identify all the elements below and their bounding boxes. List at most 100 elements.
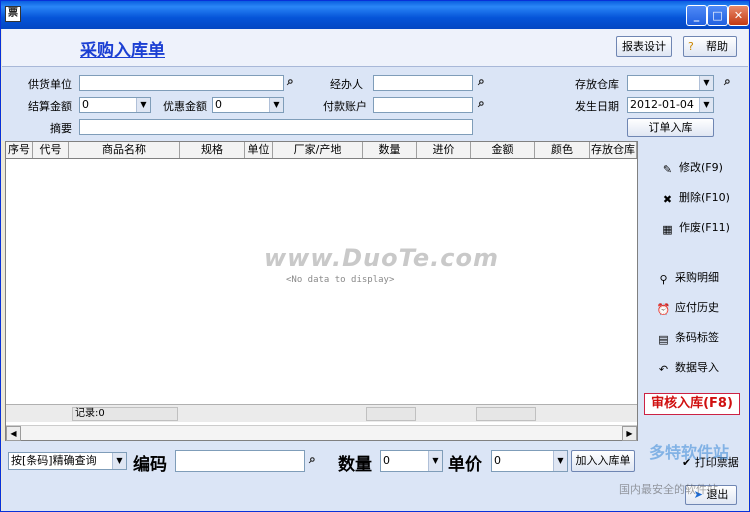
price-select[interactable]: 0 ▼ — [491, 450, 568, 472]
settle-select[interactable]: 0 ▼ — [79, 97, 151, 113]
chevron-down-icon[interactable]: ▼ — [699, 76, 713, 90]
query-mode-value: 按[条码]精确查询 — [11, 454, 97, 467]
settle-label: 结算金额 — [28, 100, 72, 113]
horizontal-scrollbar[interactable]: ◀ ▶ — [6, 425, 637, 441]
handler-label: 经办人 — [330, 78, 363, 91]
payable-history-button[interactable]: ⏰ 应付历史 — [656, 299, 719, 316]
brand-watermark: 多特软件站 国内最安全的软件站 — [599, 437, 749, 507]
price-value: 0 — [494, 454, 501, 467]
import-arrow-icon: ↶ — [658, 363, 669, 376]
qty-select[interactable]: 0 ▼ — [380, 450, 443, 472]
column-header[interactable]: 代号 — [33, 142, 69, 158]
supplier-label: 供货单位 — [28, 78, 72, 91]
scroll-left-icon[interactable]: ◀ — [6, 426, 21, 441]
column-header[interactable]: 单位 — [245, 142, 273, 158]
grid-header: 序号 代号 商品名称 规格 单位 厂家/产地 数量 进价 金额 颜色 存放仓库 — [6, 142, 637, 159]
payable-history-label: 应付历史 — [675, 301, 719, 314]
purchase-detail-label: 采购明细 — [675, 271, 719, 284]
header: 采购入库单 报表设计 ? 帮助 — [2, 29, 748, 67]
discount-label: 优惠金额 — [163, 100, 207, 113]
help-icon: ? — [688, 40, 694, 53]
qty-value: 0 — [383, 454, 390, 467]
printer-icon: ▤ — [658, 333, 669, 346]
warehouse-search-icon[interactable]: ⌕ — [724, 74, 731, 89]
clock-icon: ⏰ — [656, 303, 671, 316]
page-title: 采购入库单 — [80, 41, 165, 61]
column-header[interactable]: 序号 — [6, 142, 33, 158]
report-design-button[interactable]: 报表设计 — [616, 36, 672, 57]
side-panel: ✎ 修改(F9) ✖ 删除(F10) ▦ 作废(F11) ⚲ 采购明细 ⏰ 应付历史 ▤ 条… — [638, 141, 748, 441]
account-search-icon[interactable]: ⌕ — [478, 96, 485, 111]
account-label: 付款账户 — [323, 100, 367, 113]
delete-button[interactable]: ✖ 删除(F10) — [660, 189, 730, 206]
account-input[interactable] — [373, 97, 473, 113]
handler-search-icon[interactable]: ⌕ — [478, 74, 485, 89]
chevron-down-icon[interactable]: ▼ — [269, 98, 283, 112]
chevron-down-icon[interactable]: ▼ — [428, 451, 442, 471]
modify-label: 修改(F9) — [679, 161, 723, 174]
warehouse-select[interactable]: ▼ — [627, 75, 714, 91]
chevron-down-icon[interactable]: ▼ — [699, 98, 713, 112]
item-grid[interactable]: 序号 代号 商品名称 规格 单位 厂家/产地 数量 进价 金额 颜色 存放仓库 www.DuoTe.… — [5, 141, 638, 441]
search-icon: ⚲ — [659, 273, 668, 286]
minimize-button[interactable]: _ — [686, 5, 707, 26]
supplier-search-icon[interactable]: ⌕ — [287, 74, 294, 89]
price-label: 单价 — [448, 455, 482, 475]
close-button[interactable]: ✕ — [728, 5, 749, 26]
title-bar[interactable]: 票 _ □ ✕ — [1, 1, 749, 29]
memo-input[interactable] — [79, 119, 473, 135]
settle-value: 0 — [82, 98, 89, 111]
date-select[interactable]: 2012-01-04 ▼ — [627, 97, 714, 113]
footer-sum-qty — [366, 407, 416, 421]
main-window: 票 _ □ ✕ 采购入库单 报表设计 ? 帮助 供货单位 ⌕ 经办人 ⌕ 存放仓库… — [0, 0, 750, 512]
column-header[interactable]: 规格 — [180, 142, 245, 158]
chevron-down-icon[interactable]: ▼ — [553, 451, 567, 471]
column-header[interactable]: 数量 — [363, 142, 417, 158]
app-icon[interactable]: 票 — [5, 6, 21, 22]
code-search-icon[interactable]: ⌕ — [309, 452, 316, 467]
help-label: 帮助 — [706, 40, 728, 53]
footer-sum-amount — [476, 407, 536, 421]
purchase-detail-button[interactable]: ⚲ 采购明细 — [656, 269, 719, 286]
order-in-button[interactable]: 订单入库 — [627, 118, 714, 137]
handler-input[interactable] — [373, 75, 473, 91]
column-header[interactable]: 厂家/产地 — [273, 142, 363, 158]
chevron-down-icon[interactable]: ▼ — [112, 453, 126, 469]
supplier-input[interactable] — [79, 75, 284, 91]
barcode-label-button[interactable]: ▤ 条码标签 — [656, 329, 719, 346]
brand-logo-text: 多特软件站 — [649, 443, 730, 462]
void-button[interactable]: ▦ 作废(F11) — [660, 219, 730, 236]
warehouse-label: 存放仓库 — [575, 78, 619, 91]
data-import-button[interactable]: ↶ 数据导入 — [656, 359, 719, 376]
column-header[interactable]: 颜色 — [535, 142, 590, 158]
empty-message: <No data to display> — [286, 275, 395, 285]
column-header[interactable]: 金额 — [471, 142, 535, 158]
qty-label: 数量 — [338, 455, 372, 475]
barcode-label-label: 条码标签 — [675, 331, 719, 344]
column-header[interactable]: 商品名称 — [69, 142, 180, 158]
audit-button[interactable]: 审核入库(F8) — [644, 393, 740, 415]
chevron-down-icon[interactable]: ▼ — [136, 98, 150, 112]
record-count: 记录:0 — [72, 407, 178, 421]
date-label: 发生日期 — [575, 100, 619, 113]
brand-slogan: 国内最安全的软件站 — [619, 483, 718, 496]
column-header[interactable]: 进价 — [417, 142, 471, 158]
void-icon: ▦ — [662, 223, 673, 236]
query-mode-select[interactable]: 按[条码]精确查询 ▼ — [8, 452, 127, 470]
modify-button[interactable]: ✎ 修改(F9) — [660, 159, 723, 176]
code-input[interactable] — [175, 450, 305, 472]
column-header[interactable]: 存放仓库 — [590, 142, 637, 158]
edit-icon: ✎ — [662, 163, 673, 176]
watermark: www.DuoTe.com — [264, 244, 499, 272]
code-label: 编码 — [133, 455, 167, 475]
memo-label: 摘要 — [50, 122, 72, 135]
maximize-button[interactable]: □ — [707, 5, 728, 26]
delete-label: 删除(F10) — [679, 191, 730, 204]
delete-icon: ✖ — [662, 193, 673, 206]
grid-footer: 记录:0 — [6, 404, 637, 422]
form-panel: 供货单位 ⌕ 经办人 ⌕ 存放仓库 ▼ ⌕ 结算金额 0 ▼ 优惠金额 0 ▼ 付款… — [2, 67, 748, 141]
void-label: 作废(F11) — [679, 221, 730, 234]
help-button[interactable]: ? 帮助 — [683, 36, 737, 57]
discount-select[interactable]: 0 ▼ — [212, 97, 284, 113]
discount-value: 0 — [215, 98, 222, 111]
